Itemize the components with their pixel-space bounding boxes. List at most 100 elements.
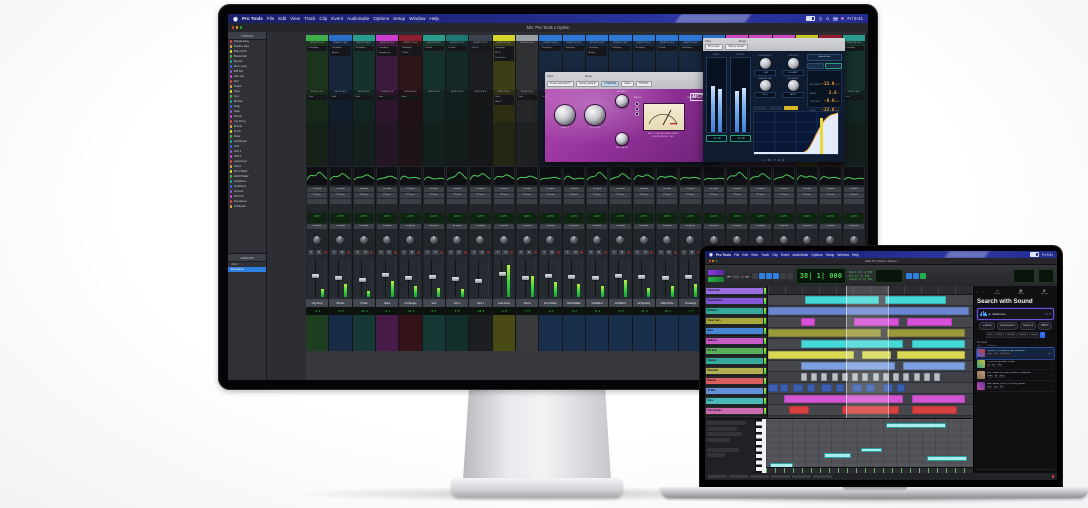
battery-icon[interactable] — [806, 16, 815, 22]
output-selector[interactable]: PT-mon — [377, 193, 397, 198]
solo-button[interactable]: S — [494, 250, 501, 255]
automation-selector[interactable] — [564, 199, 584, 204]
tag-chip[interactable]: Lo-fi — [986, 332, 994, 338]
fader-section[interactable] — [564, 257, 584, 299]
bottom-tab[interactable] — [792, 475, 811, 479]
automation-selector[interactable] — [634, 199, 654, 204]
audio-clip[interactable] — [934, 373, 940, 381]
auto-mode-button[interactable]: AUTO — [447, 213, 467, 223]
output-selector[interactable]: PT-mon — [447, 193, 467, 198]
fader-cap[interactable] — [638, 275, 645, 279]
tag-chip[interactable]: City Pop — [1005, 332, 1017, 338]
audio-clip[interactable] — [893, 373, 899, 381]
fader-cap[interactable] — [475, 279, 482, 283]
menu-item-window[interactable]: Window — [837, 253, 849, 257]
battery-icon[interactable] — [1030, 252, 1039, 258]
eq-curve[interactable] — [704, 167, 724, 185]
pan-knob[interactable] — [383, 236, 391, 244]
group-selector[interactable]: no group — [727, 224, 747, 229]
audio-clip[interactable] — [914, 373, 920, 381]
midi-note-grid[interactable] — [766, 419, 973, 474]
fader-section[interactable] — [400, 257, 420, 299]
strip-track-name[interactable]: Verb — [423, 299, 445, 307]
edit-track-row[interactable]: Wurly Side — [705, 286, 767, 296]
more-icon[interactable]: ⋮ — [1051, 374, 1054, 377]
input-selector[interactable]: no input — [657, 187, 677, 192]
output-selector[interactable]: PT-mon — [564, 193, 584, 198]
mc77-compare-button[interactable]: COMPARE — [601, 81, 619, 88]
audio-clip[interactable] — [912, 395, 965, 403]
insert-slot[interactable]: ChanStrip — [844, 46, 864, 51]
output-selector[interactable]: PT-mon — [774, 193, 794, 198]
output-selector[interactable]: PT-mon — [400, 193, 420, 198]
audio-clip[interactable] — [768, 351, 854, 359]
edit-track-name[interactable]: Gtr Solo — [706, 348, 763, 354]
menu-item-edit[interactable]: Edit — [278, 16, 286, 21]
output-selector[interactable]: PT-mon — [354, 193, 374, 198]
fader-cap[interactable] — [522, 276, 529, 280]
midi-note[interactable] — [927, 456, 966, 461]
input-selector[interactable]: no input — [494, 187, 514, 192]
strip-track-name[interactable]: A1TSpedAp — [633, 299, 655, 307]
auto-mode-button[interactable]: AUTO — [307, 213, 327, 223]
input-selector[interactable]: no input — [564, 187, 584, 192]
menu-item-edit[interactable]: Edit — [742, 253, 748, 257]
automation-selector[interactable] — [517, 199, 537, 204]
auto-mode-button[interactable]: AUTO — [517, 213, 537, 223]
pan-knob[interactable] — [570, 236, 578, 244]
audio-clip[interactable] — [924, 373, 930, 381]
fader-cap[interactable] — [545, 274, 552, 278]
insert-slot[interactable]: ChanStrip — [634, 46, 654, 51]
fader-cap[interactable] — [312, 274, 319, 278]
midi-note[interactable] — [886, 423, 946, 428]
window-controls[interactable] — [232, 26, 242, 28]
group-selector[interactable]: no group — [704, 224, 724, 229]
mc77-input-knob[interactable] — [555, 105, 575, 125]
menu-item-view[interactable]: View — [290, 16, 300, 21]
automation-selector[interactable] — [587, 199, 607, 204]
input-selector[interactable]: no input — [354, 187, 374, 192]
eq-curve[interactable] — [517, 167, 537, 185]
edit-track-row[interactable]: Drums Done — [705, 296, 767, 306]
solo-button[interactable]: S — [658, 250, 665, 255]
insert-slot[interactable]: Compressor — [377, 51, 397, 56]
solo-button[interactable]: S — [471, 250, 478, 255]
edit-track-row[interactable]: Bass — [705, 326, 767, 336]
fader-cap[interactable] — [405, 276, 412, 280]
insert-slot[interactable]: D-Verb — [447, 46, 467, 51]
group-selector[interactable]: no group — [657, 224, 677, 229]
group-selector[interactable]: no group — [680, 224, 700, 229]
menu-item-file[interactable]: File — [267, 16, 274, 21]
mc77-native-button[interactable]: Native — [621, 81, 634, 88]
insert-slot[interactable]: ChanStrip — [587, 46, 607, 51]
edit-track-name[interactable]: Checks — [706, 358, 763, 364]
eq-curve[interactable] — [377, 167, 397, 185]
auto-mode-button[interactable]: AUTO — [330, 213, 350, 223]
transport-controls[interactable]: ⏮◁▷●⏭ — [727, 274, 749, 279]
pan-knob[interactable] — [756, 236, 764, 244]
menubar-clock[interactable]: Fri 9:41 — [1042, 253, 1053, 257]
auto-mode-button[interactable]: AUTO — [774, 213, 794, 223]
mute-button[interactable]: M — [619, 250, 626, 255]
control-center-icon[interactable] — [833, 17, 838, 21]
menu-item-pro-tools[interactable]: Pro Tools — [242, 16, 263, 21]
input-selector[interactable]: no input — [330, 187, 350, 192]
automation-selector[interactable] — [494, 199, 514, 204]
pan-knob[interactable] — [336, 236, 344, 244]
auto-mode-button[interactable]: AUTO — [424, 213, 444, 223]
pan-knob[interactable] — [640, 236, 648, 244]
automation-selector[interactable] — [377, 199, 397, 204]
insert-slot[interactable]: ChanStrip — [564, 46, 584, 51]
group-selector[interactable]: no group — [587, 224, 607, 229]
mute-button[interactable]: M — [339, 250, 346, 255]
record-enable-button[interactable] — [370, 251, 373, 254]
input-selector[interactable]: no input — [634, 187, 654, 192]
group-selector[interactable]: no group — [517, 224, 537, 229]
strip-track-name[interactable]: AGDntWalk2 — [563, 299, 585, 307]
menu-item-track[interactable]: Track — [761, 253, 769, 257]
group-selector[interactable]: no group — [307, 224, 327, 229]
output-selector[interactable]: PT-mon — [494, 193, 514, 198]
fader-section[interactable] — [424, 257, 444, 299]
session-lcd[interactable] — [1013, 269, 1035, 283]
input-selector[interactable]: no input — [844, 187, 864, 192]
